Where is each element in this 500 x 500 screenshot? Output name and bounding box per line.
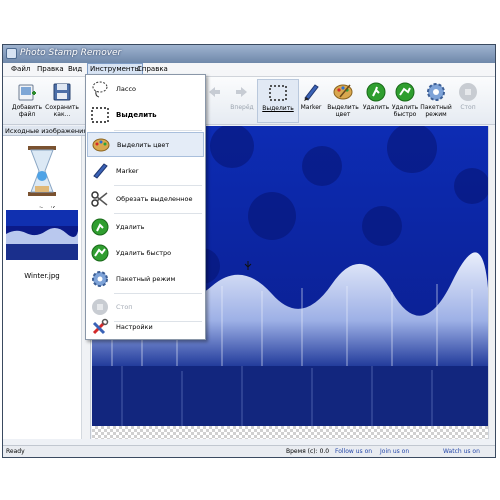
scissors-icon [91,191,108,207]
canvas-scrollbar[interactable] [488,126,495,439]
stop-label: Стоп [460,104,476,111]
thumbnail-list: wait.gif Winter.jpg [3,136,91,439]
menu-item-remove-fast[interactable]: Удалить быстро [87,241,204,266]
winter-forest-thumbnail [6,208,78,266]
status-time: Время (с): 0.0 [286,448,330,455]
menu-item-remove[interactable]: Удалить [87,215,204,240]
menu-separator [114,293,202,294]
menu-item-batch-mode[interactable]: Пакетный режим [87,267,204,292]
forward-arrow-icon [236,87,247,97]
follow-us-link[interactable]: Follow us on [335,446,372,457]
toolbar: Добавить файл Сохранить как... Вперёд Вы… [3,77,495,125]
window-title: Photo Stamp Remover [20,48,122,58]
watch-us-link[interactable]: Watch us on [443,446,480,457]
marker-icon [93,163,108,179]
remove-fast-icon [91,244,109,262]
thumbnail-winter-jpg[interactable]: Winter.jpg [6,208,78,280]
thumbnail-wait-gif[interactable]: wait.gif [6,142,78,214]
status-ready: Ready [6,448,25,455]
stop-icon [92,299,108,315]
thumbnail-caption: Winter.jpg [24,272,60,280]
settings-tools-icon [92,318,109,335]
marker-icon [304,84,319,101]
menu-item-label: Выделить цвет [117,141,170,149]
batch-gear-icon [427,83,445,101]
source-images-header: Исходные изображения [3,126,91,136]
menu-item-select-color[interactable]: Выделить цвет [87,132,204,157]
menu-item-label: Удалить [116,223,145,231]
stop-icon [459,83,477,101]
menu-separator [114,130,202,131]
transparent-area [92,426,488,439]
menu-item-label: Выделить [116,111,157,119]
save-as-button[interactable]: Сохранить как... [41,79,83,123]
save-icon [53,83,71,101]
menu-item-label: Удалить быстро [116,249,172,257]
save-as-label: Сохранить как... [45,104,79,118]
menu-item-label: Настройки [116,323,153,331]
menu-item-settings[interactable]: Настройки [87,315,204,340]
app-icon [6,48,17,59]
screenshot-frame: Photo Stamp Remover Файл Правка Вид Инст… [0,0,500,500]
menu-item-label: Стоп [116,303,133,311]
menu-item-select[interactable]: Выделить [87,103,204,128]
rect-select-icon [269,85,287,101]
menu-item-marker[interactable]: Marker [87,159,204,184]
batch-gear-icon [92,271,108,287]
menu-separator [114,213,202,214]
palette-icon [333,84,353,100]
rect-select-icon [91,107,109,123]
menu-view[interactable]: Вид [68,65,82,73]
menu-item-lasso[interactable]: Лассо [87,77,204,102]
join-us-link[interactable]: Join us on [380,446,409,457]
remove-green-icon [91,218,109,236]
menu-file[interactable]: Файл [11,65,30,73]
menu-help[interactable]: Справка [137,65,168,73]
menu-item-label: Обрезать выделенное [116,195,193,203]
hourglass-icon [6,142,78,200]
menu-edit[interactable]: Правка [37,65,64,73]
lasso-icon [92,81,108,98]
title-bar[interactable]: Photo Stamp Remover [3,45,495,63]
stop-button[interactable]: Стоп [447,79,489,123]
tools-menu: Лассо Выделить Выделить цвет Marker Обре… [85,74,206,340]
menu-item-crop-selection[interactable]: Обрезать выделенное [87,187,204,212]
menu-bar: Файл Правка Вид Инструменты Справка [3,63,495,77]
remove-fast-icon [395,82,415,102]
menu-separator [114,185,202,186]
app-window: Photo Stamp Remover Файл Правка Вид Инст… [2,44,496,458]
menu-item-label: Marker [116,167,139,175]
palette-icon [92,138,110,152]
menu-item-label: Пакетный режим [116,275,176,283]
status-bar: Ready Время (с): 0.0 Follow us on Join u… [3,445,495,457]
menu-item-label: Лассо [116,85,136,93]
add-file-icon [18,84,36,101]
